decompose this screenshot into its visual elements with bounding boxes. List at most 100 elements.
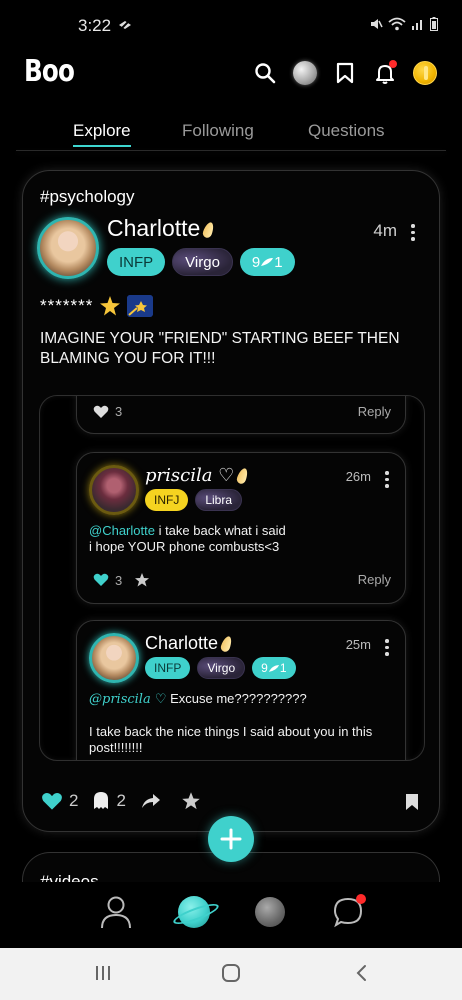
comment-card: priscila ♡ 26m INFJ Libra @Charlotte i t… [76,452,406,604]
comment-text-line: Excuse me?????????? [166,691,307,706]
bottom-navigation [0,882,462,948]
comment-text-line: i hope YOUR phone combusts<3 [89,539,280,554]
feather-icon [201,220,216,239]
author-name-text: Charlotte [145,633,219,653]
comment-time: 26m [345,469,371,484]
avatar[interactable] [89,633,139,683]
mbti-badge[interactable]: INFP [145,657,191,679]
nav-soulmates[interactable] [252,894,288,930]
comments-thread[interactable]: 3 Reply priscila ♡ 26m INFJ Libra @Charl… [39,395,425,761]
post-line-stars: ******* [40,295,154,317]
avatar[interactable] [89,465,139,515]
tab-following[interactable]: Following [182,117,254,145]
like-count: 3 [115,572,123,588]
nav-explore[interactable] [176,894,212,930]
coin-icon [413,61,437,85]
comment-more-button[interactable] [385,471,389,488]
system-navigation-bar [0,948,462,1000]
bookmark-icon[interactable] [405,793,419,811]
star-icon[interactable] [180,791,202,811]
nav-messages[interactable] [330,894,366,930]
search-button[interactable] [252,60,278,86]
recent-apps-icon[interactable] [94,964,112,982]
zodiac-badge[interactable]: Virgo [197,657,246,679]
post-topic-tag[interactable]: #psychology [40,187,135,207]
heart-icon [93,405,109,418]
stars-text: ******* [40,296,94,315]
status-time: 3:22 [78,16,112,35]
comment-more-button[interactable] [385,639,389,656]
notification-dot [389,60,397,68]
person-icon [101,896,131,929]
coins-button[interactable] [412,60,438,86]
app-header: Boo [0,52,462,98]
plus-icon [220,828,242,850]
shooting-star-icon [127,295,154,317]
create-post-button[interactable] [208,816,254,862]
comment-like-count[interactable]: 3 [93,572,150,588]
feed-tabs: Explore Following Questions [0,112,462,152]
reply-button[interactable]: Reply [358,404,391,419]
zodiac-badge[interactable]: Virgo [172,248,233,276]
heart-icon[interactable] [41,792,63,811]
glowing-star-icon [100,296,121,316]
star-icon[interactable] [134,572,150,588]
comment-author-badges: INFP Virgo 9 1 [145,657,296,679]
post-author-name[interactable]: Charlotte [107,215,216,242]
notification-dot [356,894,366,904]
status-icons [369,17,438,31]
ghost-icon[interactable] [92,791,110,811]
share-icon[interactable] [140,792,162,810]
saved-button[interactable] [332,60,358,86]
notifications-button[interactable] [372,60,398,86]
planet-icon [178,896,210,928]
moon-button[interactable] [292,60,318,86]
ghost-count: 2 [116,791,126,810]
author-name-text: priscila ♡ [145,465,235,486]
post-body: IMAGINE YOUR "FRIEND" STARTING BEEF THEN… [40,330,400,367]
comment-author-name[interactable]: Charlotte [145,633,234,654]
karma-badge[interactable]: 9 1 [252,657,296,679]
avatar[interactable] [37,217,99,279]
notification-status-icon [119,19,131,31]
tab-questions[interactable]: Questions [308,117,385,145]
tab-explore[interactable]: Explore [73,117,131,147]
search-icon [255,63,276,84]
feather-icon [235,466,250,486]
bookmark-outline-icon [336,62,354,84]
post-time: 4m [373,221,397,240]
status-bar: 3:22 [0,0,462,52]
post-more-button[interactable] [411,224,415,241]
comment-like-count[interactable]: 3 [93,404,122,419]
like-count: 3 [115,404,123,419]
mention-link[interactable]: @priscila ♡ [89,692,167,707]
comment-author-name[interactable]: priscila ♡ [145,465,250,486]
zodiac-badge[interactable]: Libra [195,489,243,511]
mbti-badge[interactable]: INFJ [145,489,189,511]
nav-profile[interactable] [98,894,134,930]
post-card[interactable]: #psychology Charlotte 4m INFP Virgo 9 1 … [22,170,440,832]
heart-icon [93,573,109,586]
comment-text-line: i take back what i said [154,523,286,538]
mention-link[interactable]: @Charlotte [89,523,155,538]
signal-icon [412,20,422,30]
moon-icon [255,897,285,927]
karma-badge[interactable]: 9 1 [239,248,295,276]
comment-body: @Charlotte i take back what i said i hop… [89,523,395,555]
karma-value: 9 [261,661,268,675]
post-actions: 2 2 [41,791,202,811]
home-icon[interactable] [221,964,241,982]
reply-button[interactable]: Reply [358,572,391,587]
wifi-icon [388,17,406,31]
comment-text-line: I take back the nice things I said about… [89,724,373,755]
author-name-text: Charlotte [107,215,201,241]
mbti-badge[interactable]: INFP [107,248,166,276]
mute-icon [371,19,383,29]
tabs-divider [16,150,446,151]
back-icon[interactable] [354,964,368,982]
feather-badge-icon [268,664,279,672]
feather-badge-icon [261,258,274,266]
comment-body: @priscila ♡ Excuse me?????????? I take b… [89,691,395,756]
comment-time: 25m [345,637,371,652]
comment-card: 3 Reply [76,396,406,434]
